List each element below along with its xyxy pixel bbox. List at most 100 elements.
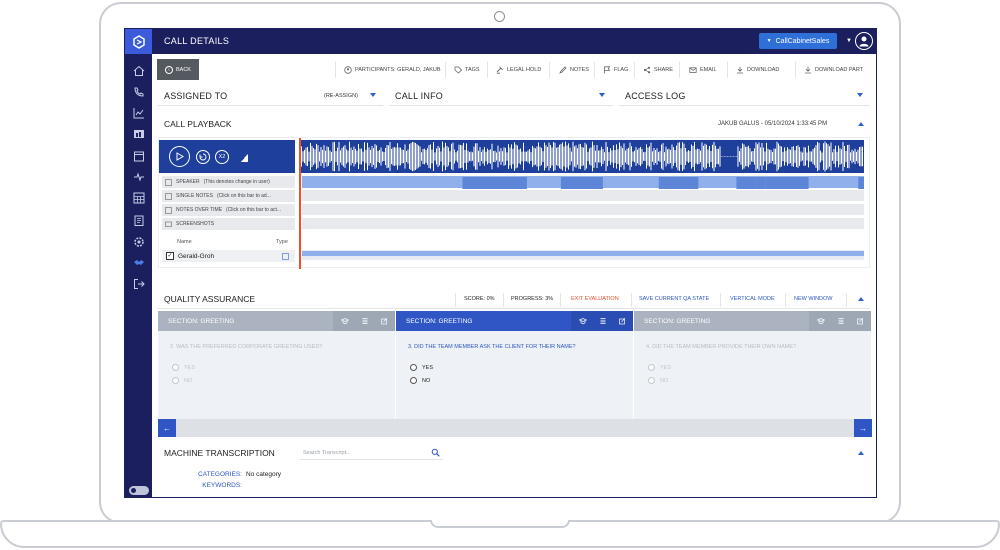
collapse-icon[interactable] bbox=[858, 297, 864, 301]
graduation-cap-icon[interactable] bbox=[816, 317, 826, 325]
theme-toggle[interactable] bbox=[129, 486, 149, 495]
phone-icon[interactable] bbox=[132, 85, 145, 98]
app-logo[interactable] bbox=[125, 29, 152, 54]
reassign-link[interactable]: (RE-ASSIGN) bbox=[324, 93, 358, 99]
settings-icon[interactable] bbox=[132, 235, 145, 248]
list-icon[interactable] bbox=[361, 317, 369, 325]
edit-icon[interactable] bbox=[380, 317, 388, 325]
edit-icon[interactable] bbox=[618, 317, 626, 325]
save-qa-state-button[interactable]: SAVE CURRENT QA STATE bbox=[639, 296, 709, 302]
track-hint: (Click on this bar to ad... bbox=[216, 193, 271, 199]
playhead[interactable] bbox=[299, 138, 301, 269]
avatar-caret-icon[interactable]: ▼ bbox=[846, 38, 852, 44]
participant-row[interactable]: ✓ Gerald-Groh bbox=[162, 250, 295, 262]
participant-checkbox[interactable]: ✓ bbox=[166, 252, 174, 260]
call-info-dropdown[interactable]: CALL INFO bbox=[389, 87, 613, 106]
notes-button[interactable]: NOTES bbox=[559, 66, 589, 74]
share-button[interactable]: SHARE bbox=[643, 66, 673, 74]
option-no[interactable]: NO bbox=[410, 377, 430, 384]
previous-section-button[interactable]: ← bbox=[158, 419, 176, 437]
flag-button[interactable]: FLAG bbox=[603, 66, 628, 74]
collapse-icon[interactable] bbox=[858, 451, 864, 455]
option-label: YES bbox=[422, 364, 434, 371]
camera-icon bbox=[494, 11, 505, 22]
note-icon bbox=[165, 192, 172, 200]
waveform[interactable] bbox=[299, 140, 864, 173]
radio-button[interactable] bbox=[648, 377, 655, 384]
toolbar-divider bbox=[335, 62, 336, 78]
calendar-icon[interactable] bbox=[132, 149, 145, 162]
vertical-mode-button[interactable]: VERTICAL MODE bbox=[730, 296, 775, 302]
email-button[interactable]: EMAIL bbox=[689, 66, 717, 74]
volume-button[interactable] bbox=[238, 151, 250, 163]
graduation-cap-icon[interactable] bbox=[578, 317, 588, 325]
new-window-button[interactable]: NEW WINDOW bbox=[794, 296, 833, 302]
option-no[interactable]: NO bbox=[172, 377, 192, 384]
chevron-down-icon: ▼ bbox=[766, 38, 772, 44]
radio-button[interactable] bbox=[410, 377, 417, 384]
notes-icon bbox=[559, 66, 567, 74]
option-yes[interactable]: YES bbox=[648, 364, 671, 371]
list-icon[interactable] bbox=[599, 317, 607, 325]
option-yes[interactable]: YES bbox=[172, 364, 195, 371]
categories-value: No category bbox=[246, 471, 282, 478]
dashboard-icon[interactable] bbox=[132, 127, 145, 140]
speed-button[interactable]: X2 bbox=[215, 150, 229, 164]
search-transcript-input[interactable]: Search Transcript... bbox=[300, 446, 443, 460]
user-avatar-icon[interactable] bbox=[855, 32, 873, 50]
handshake-icon[interactable] bbox=[132, 256, 145, 269]
arrow-right-icon: → bbox=[859, 423, 867, 433]
question-text: 3. DID THE TEAM MEMBER ASK THE CLIENT FO… bbox=[408, 344, 576, 350]
graduation-cap-icon[interactable] bbox=[340, 317, 350, 325]
question-text: 2. WAS THE PREFERRED CORPORATE GREETING … bbox=[170, 344, 323, 350]
radio-button[interactable] bbox=[172, 364, 179, 371]
home-icon[interactable] bbox=[132, 64, 145, 77]
collapse-icon[interactable] bbox=[858, 122, 864, 126]
radio-button[interactable] bbox=[410, 364, 417, 371]
clipboard-icon[interactable] bbox=[132, 213, 145, 226]
exit-evaluation-button[interactable]: EXIT EVALUATION bbox=[571, 296, 619, 302]
legal-hold-button[interactable]: LEGAL HOLD bbox=[496, 66, 541, 74]
tags-button[interactable]: TAGS bbox=[454, 66, 480, 74]
call-info-label: CALL INFO bbox=[395, 91, 443, 101]
speaker-segment bbox=[560, 177, 603, 189]
option-label: YES bbox=[184, 364, 196, 371]
qa-divider bbox=[846, 293, 847, 307]
qa-section-column: SECTION: GREETING 4. DID THE TEAM MEMBER… bbox=[634, 311, 872, 419]
analytics-icon[interactable] bbox=[132, 106, 145, 119]
radio-button[interactable] bbox=[648, 364, 655, 371]
account-dropdown-button[interactable]: ▼ CallCabinetSales bbox=[759, 33, 837, 49]
assigned-to-dropdown[interactable]: ASSIGNED TO (RE-ASSIGN) bbox=[158, 87, 383, 106]
option-no[interactable]: NO bbox=[648, 377, 668, 384]
grid-icon[interactable] bbox=[132, 191, 145, 204]
screenshots-bar[interactable] bbox=[302, 218, 864, 229]
rewind-button[interactable] bbox=[196, 150, 210, 164]
transcription-title: MACHINE TRANSCRIPTION bbox=[164, 448, 275, 458]
speaker-strip[interactable] bbox=[302, 176, 864, 189]
toolbar-divider bbox=[795, 62, 796, 78]
page-title: CALL DETAILS bbox=[164, 36, 230, 46]
play-button[interactable] bbox=[169, 146, 190, 167]
logout-icon[interactable] bbox=[132, 277, 145, 290]
edit-icon[interactable] bbox=[856, 317, 864, 325]
list-icon[interactable] bbox=[837, 317, 845, 325]
radio-button[interactable] bbox=[172, 377, 179, 384]
call-meta: JAKUB GALUS - 05/10/2024 1:33:45 PM bbox=[718, 121, 828, 127]
single-notes-bar[interactable] bbox=[302, 190, 864, 201]
participants-button[interactable]: PARTICIPANTS: GERALD, JAKUB bbox=[344, 66, 441, 74]
download-button[interactable]: DOWNLOAD bbox=[736, 66, 779, 74]
next-section-button[interactable]: → bbox=[854, 419, 872, 437]
qa-section-column: SECTION: GREETING 2. WAS THE PREFERRED C… bbox=[158, 311, 396, 419]
back-button[interactable]: ‹ BACK bbox=[157, 59, 199, 80]
track-label: SINGLE NOTES bbox=[176, 193, 213, 199]
track-speaker: SPEAKER (This denotes change in user) bbox=[162, 176, 295, 188]
participant-timeline[interactable] bbox=[302, 250, 864, 260]
download-part-button[interactable]: DOWNLOAD PART bbox=[804, 66, 863, 74]
notes-time-icon bbox=[165, 206, 172, 214]
activity-icon[interactable] bbox=[132, 170, 145, 183]
participant-name: Gerald-Groh bbox=[178, 252, 215, 260]
access-log-dropdown[interactable]: ACCESS LOG bbox=[619, 87, 870, 106]
option-yes[interactable]: YES bbox=[410, 364, 433, 371]
search-icon[interactable] bbox=[431, 448, 440, 457]
notes-over-time-bar[interactable] bbox=[302, 204, 864, 215]
